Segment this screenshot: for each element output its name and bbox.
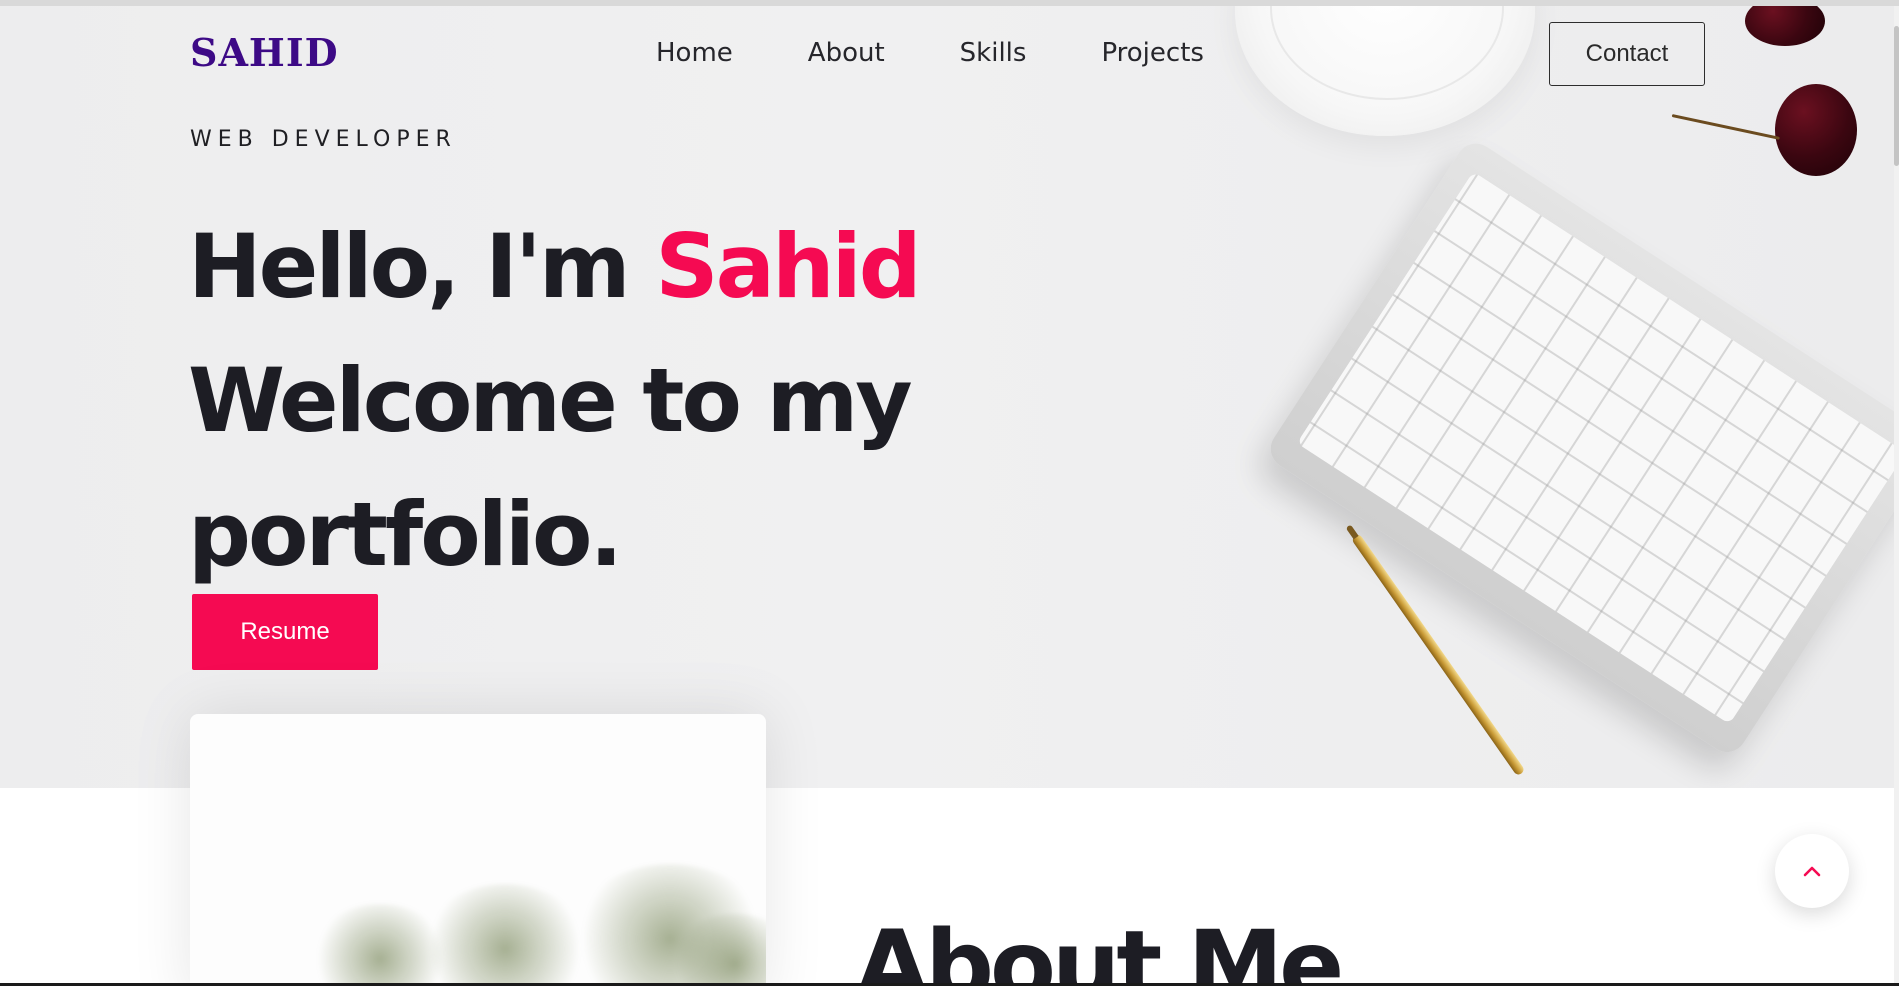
hero-line-2: Welcome to my: [188, 349, 913, 452]
keyboard-image: [1263, 136, 1899, 760]
hero-subtitle: WEB DEVELOPER: [190, 127, 457, 152]
scrollbar-thumb[interactable]: [1894, 26, 1899, 166]
contact-button[interactable]: Contact: [1549, 22, 1705, 86]
nav-link-projects[interactable]: Projects: [1101, 40, 1204, 66]
main-menu: Home About Skills Projects: [656, 40, 1279, 66]
back-to-top-button[interactable]: [1775, 834, 1849, 908]
hero-headline: Hello, I'm Sahid Welcome to my portfolio…: [188, 200, 922, 602]
plant-image: [420, 884, 590, 986]
top-border: [0, 0, 1899, 6]
navbar: SAHID Home About Skills Projects Contact: [0, 6, 1899, 106]
browser-viewport: SAHID Home About Skills Projects Contact…: [0, 0, 1899, 986]
resume-button[interactable]: Resume: [192, 594, 378, 670]
site-logo[interactable]: SAHID: [190, 34, 339, 72]
nav-link-skills[interactable]: Skills: [960, 40, 1027, 66]
about-image-card: [190, 714, 766, 986]
hero-name: Sahid: [655, 215, 922, 318]
about-title: About Me: [855, 910, 1344, 986]
cherry-stem: [1671, 114, 1780, 140]
scrollbar[interactable]: [1894, 6, 1899, 983]
chevron-up-icon: [1803, 866, 1821, 877]
hero-line-3: portfolio.: [188, 483, 623, 586]
hero-greeting: Hello, I'm: [188, 215, 656, 318]
nav-link-home[interactable]: Home: [656, 40, 733, 66]
nav-link-about[interactable]: About: [808, 40, 885, 66]
